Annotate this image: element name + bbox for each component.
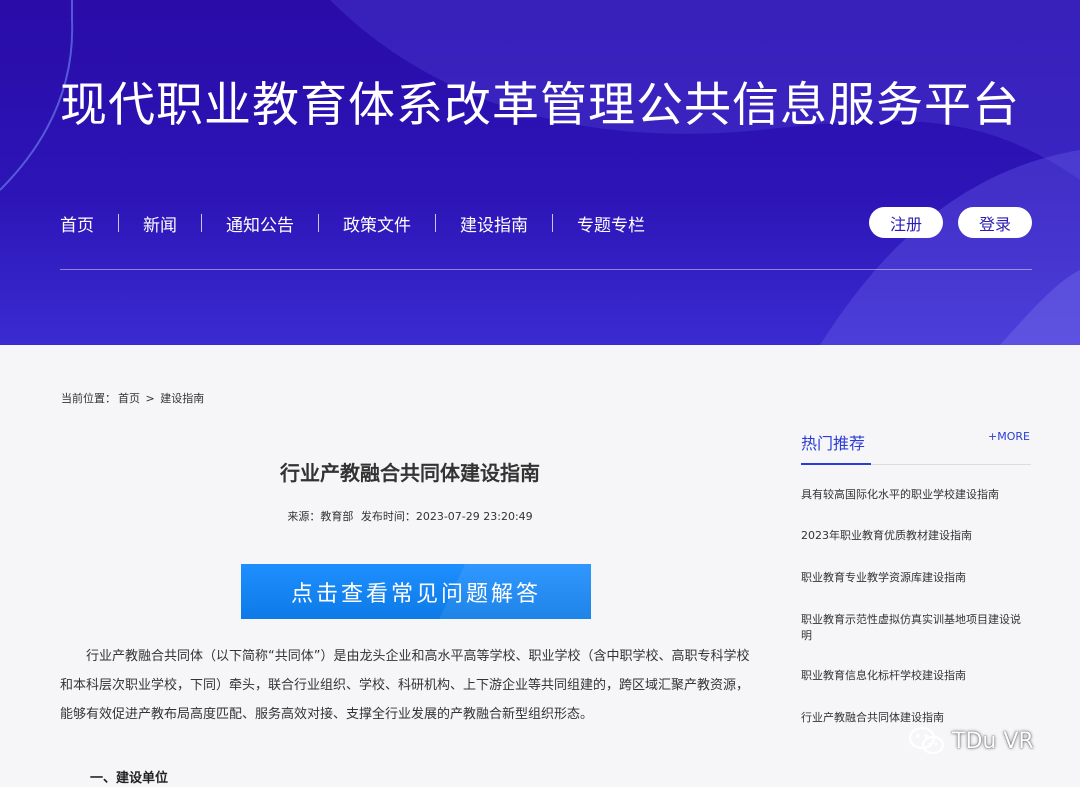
- faq-banner-label: 点击查看常见问题解答: [290, 581, 541, 607]
- nav-item-topics[interactable]: 专题专栏: [577, 211, 645, 236]
- hot-item-link[interactable]: 职业教育专业教学资源库建设指南: [801, 570, 1031, 586]
- article-paragraph: 行业产教融合共同体（以下简称“共同体”）是由龙头企业和高水平高等学校、职业学校（…: [60, 649, 750, 722]
- breadcrumb-home-link[interactable]: 首页: [118, 392, 140, 405]
- login-button[interactable]: 登录: [958, 207, 1032, 238]
- section-heading: 一、建设单位: [90, 771, 169, 786]
- watermark: TDu VR: [908, 726, 1034, 756]
- article-publish-time: 发布时间：2023-07-29 23:20:49: [360, 510, 533, 523]
- wechat-icon: [908, 726, 945, 755]
- hot-item-link[interactable]: 行业产教融合共同体建设指南: [801, 710, 1031, 726]
- article-source: 来源：教育部: [287, 510, 354, 523]
- nav-item-guides[interactable]: 建设指南: [460, 211, 528, 236]
- nav-item-home[interactable]: 首页: [60, 211, 94, 236]
- more-link[interactable]: +MORE: [988, 430, 1030, 443]
- hot-item-link[interactable]: 职业教育信息化标杆学校建设指南: [801, 668, 1031, 684]
- nav-item-news[interactable]: 新闻: [143, 211, 177, 236]
- nav-divider: [118, 214, 119, 232]
- hot-recommend-title: 热门推荐: [801, 434, 866, 453]
- divider-accent: [801, 463, 871, 465]
- breadcrumb-current[interactable]: 建设指南: [160, 392, 204, 405]
- breadcrumb-prefix: 当前位置：: [61, 392, 116, 405]
- nav-divider: [201, 214, 202, 232]
- article-title: 行业产教融合共同体建设指南: [280, 461, 540, 485]
- nav-divider: [552, 214, 553, 232]
- article-meta: 来源：教育部 发布时间：2023-07-29 23:20:49: [60, 508, 760, 524]
- hot-item-link[interactable]: 职业教育示范性虚拟仿真实训基地项目建设说明: [801, 612, 1031, 644]
- hot-item-link[interactable]: 2023年职业教育优质教材建设指南: [801, 528, 1031, 544]
- header-decoration: [0, 0, 1080, 345]
- faq-banner-button[interactable]: 点击查看常见问题解答: [241, 564, 591, 619]
- nav-divider: [435, 214, 436, 232]
- breadcrumb: 当前位置： 首页 > 建设指南: [61, 390, 206, 406]
- nav-divider-line: [60, 269, 1032, 270]
- site-header: 现代职业教育体系改革管理公共信息服务平台 首页 新闻 通知公告 政策文件 建设指…: [0, 0, 1080, 345]
- register-button[interactable]: 注册: [869, 207, 943, 238]
- breadcrumb-separator: >: [145, 392, 155, 405]
- hot-recommend-divider: [801, 463, 1031, 465]
- watermark-text: TDu VR: [952, 728, 1034, 754]
- nav-divider: [318, 214, 319, 232]
- main-nav: 首页 新闻 通知公告 政策文件 建设指南 专题专栏: [60, 208, 645, 238]
- site-title: 现代职业教育体系改革管理公共信息服务平台: [60, 78, 1020, 133]
- nav-item-notices[interactable]: 通知公告: [226, 211, 294, 236]
- hot-item-link[interactable]: 具有较高国际化水平的职业学校建设指南: [801, 487, 1031, 503]
- nav-item-policies[interactable]: 政策文件: [343, 211, 411, 236]
